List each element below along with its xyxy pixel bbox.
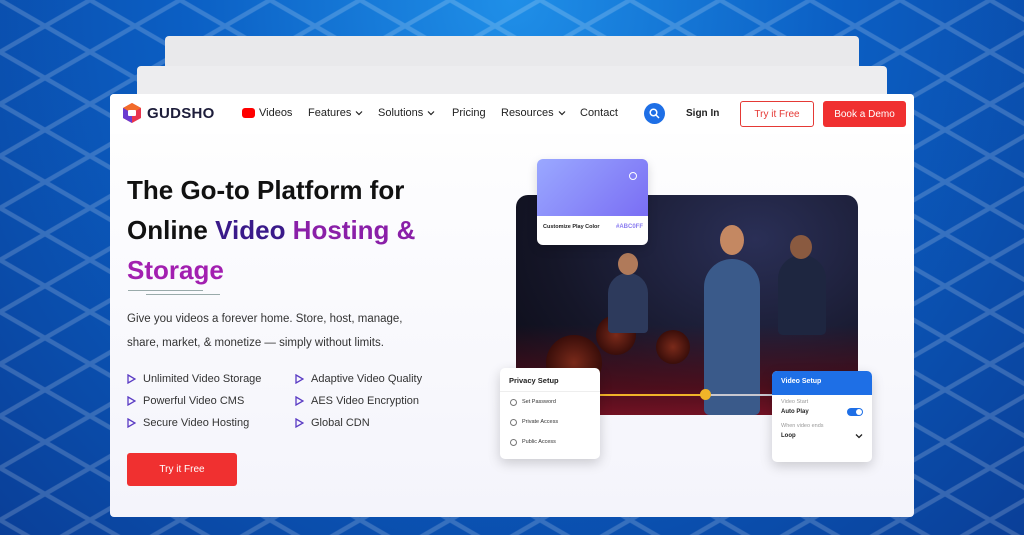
lock-icon: [510, 398, 517, 406]
privacy-option-label: Public Access: [522, 439, 556, 445]
singer: [704, 259, 760, 415]
heading-online: Online: [127, 215, 216, 245]
search-button[interactable]: [644, 103, 665, 124]
singer-head: [720, 225, 744, 255]
nav-label: Resources: [501, 107, 554, 119]
drum: [656, 330, 690, 364]
feature-label: Global CDN: [311, 417, 370, 429]
user-icon: [510, 418, 517, 426]
chevron-down-icon: [855, 434, 863, 439]
privacy-setup-card: Privacy Setup Set Password Private Acces…: [500, 368, 600, 459]
drummer-head: [618, 253, 638, 275]
globe-icon: [510, 438, 517, 446]
sign-in-link[interactable]: Sign In: [686, 108, 719, 119]
chevron-down-icon: [427, 111, 435, 116]
color-swatch[interactable]: [537, 159, 648, 216]
top-navbar: GUDSHO Videos Features Solutions Pricing…: [110, 94, 914, 134]
play-outline-icon: [295, 396, 304, 406]
feature-item: Secure Video Hosting: [127, 417, 249, 429]
keyboardist-head: [790, 235, 812, 259]
hero-heading-line2: Online Video Hosting &: [127, 210, 415, 250]
nav-item-contact[interactable]: Contact: [580, 107, 618, 119]
try-free-hero-button[interactable]: Try it Free: [127, 453, 237, 486]
feature-item: Unlimited Video Storage: [127, 373, 261, 385]
nav-label: Features: [308, 107, 352, 119]
heading-divider: [146, 294, 220, 295]
nav-label: Pricing: [452, 107, 486, 119]
feature-label: Secure Video Hosting: [143, 417, 250, 429]
video-setup-title: Video Setup: [772, 371, 872, 395]
website-window: GUDSHO Videos Features Solutions Pricing…: [110, 94, 914, 517]
nav-item-pricing[interactable]: Pricing: [452, 107, 486, 119]
privacy-option-public[interactable]: Public Access: [500, 432, 600, 452]
try-free-nav-button[interactable]: Try it Free: [740, 101, 814, 127]
autoplay-row: Auto Play: [772, 405, 872, 419]
play-outline-icon: [295, 374, 304, 384]
youtube-play-icon: [242, 108, 255, 118]
feature-label: Unlimited Video Storage: [143, 373, 262, 385]
feature-label: Adaptive Video Quality: [311, 373, 423, 385]
video-progress-handle[interactable]: [700, 389, 711, 400]
nav-label: Videos: [259, 107, 293, 119]
chevron-down-icon: [355, 111, 363, 116]
video-end-select[interactable]: Loop: [772, 429, 872, 443]
search-icon: [649, 108, 660, 119]
hero-heading-line3: Storage: [127, 255, 224, 285]
hero-heading-line1: The Go-to Platform for: [127, 175, 405, 205]
keyboardist: [778, 255, 826, 335]
brand-name: GUDSHO: [147, 104, 215, 122]
color-label: Customize Play Color: [543, 224, 600, 230]
feature-item: Adaptive Video Quality: [295, 373, 422, 385]
heading-video: Video: [215, 215, 293, 245]
color-picker-handle[interactable]: [629, 172, 637, 180]
video-end-label: When video ends: [781, 423, 824, 429]
nav-item-features[interactable]: Features: [308, 107, 363, 119]
privacy-option-label: Private Access: [522, 419, 559, 425]
color-hex-value: #ABC0FF: [615, 224, 643, 230]
feature-item: AES Video Encryption: [295, 395, 419, 407]
heading-divider: [128, 290, 203, 291]
logo[interactable]: GUDSHO: [122, 103, 215, 123]
privacy-option-private[interactable]: Private Access: [500, 412, 600, 432]
privacy-option-label: Set Password: [522, 399, 556, 405]
feature-label: AES Video Encryption: [311, 395, 420, 407]
nav-label: Solutions: [378, 107, 424, 119]
nav-item-videos[interactable]: Videos: [242, 107, 292, 119]
video-start-label: Video Start: [781, 399, 809, 405]
nav-item-resources[interactable]: Resources: [501, 107, 566, 119]
feature-label: Powerful Video CMS: [143, 395, 245, 407]
color-info-row: Customize Play Color #ABC0FF: [537, 216, 648, 230]
nav-label: Contact: [580, 107, 618, 119]
autoplay-label: Auto Play: [781, 409, 809, 415]
gudsho-logo-icon: [123, 103, 141, 123]
feature-item: Powerful Video CMS: [127, 395, 244, 407]
privacy-option-password[interactable]: Set Password: [500, 392, 600, 412]
play-outline-icon: [127, 374, 136, 384]
video-setup-card: Video Setup Video Start Auto Play When v…: [772, 371, 872, 462]
hero-heading: The Go-to Platform for Online Video Host…: [127, 170, 415, 290]
hero-description: Give you videos a forever home. Store, h…: [127, 313, 403, 349]
video-end-value: Loop: [781, 433, 796, 439]
play-outline-icon: [127, 396, 136, 406]
chevron-down-icon: [558, 111, 566, 116]
drummer: [608, 273, 648, 333]
video-progress-fill: [598, 394, 705, 396]
play-outline-icon: [127, 418, 136, 428]
heading-hosting: Hosting &: [292, 215, 416, 245]
autoplay-toggle[interactable]: [847, 408, 863, 416]
play-outline-icon: [295, 418, 304, 428]
book-demo-button[interactable]: Book a Demo: [823, 101, 906, 127]
privacy-setup-title: Privacy Setup: [500, 368, 600, 392]
feature-item: Global CDN: [295, 417, 370, 429]
color-picker-card[interactable]: Customize Play Color #ABC0FF: [537, 159, 648, 245]
nav-item-solutions[interactable]: Solutions: [378, 107, 435, 119]
